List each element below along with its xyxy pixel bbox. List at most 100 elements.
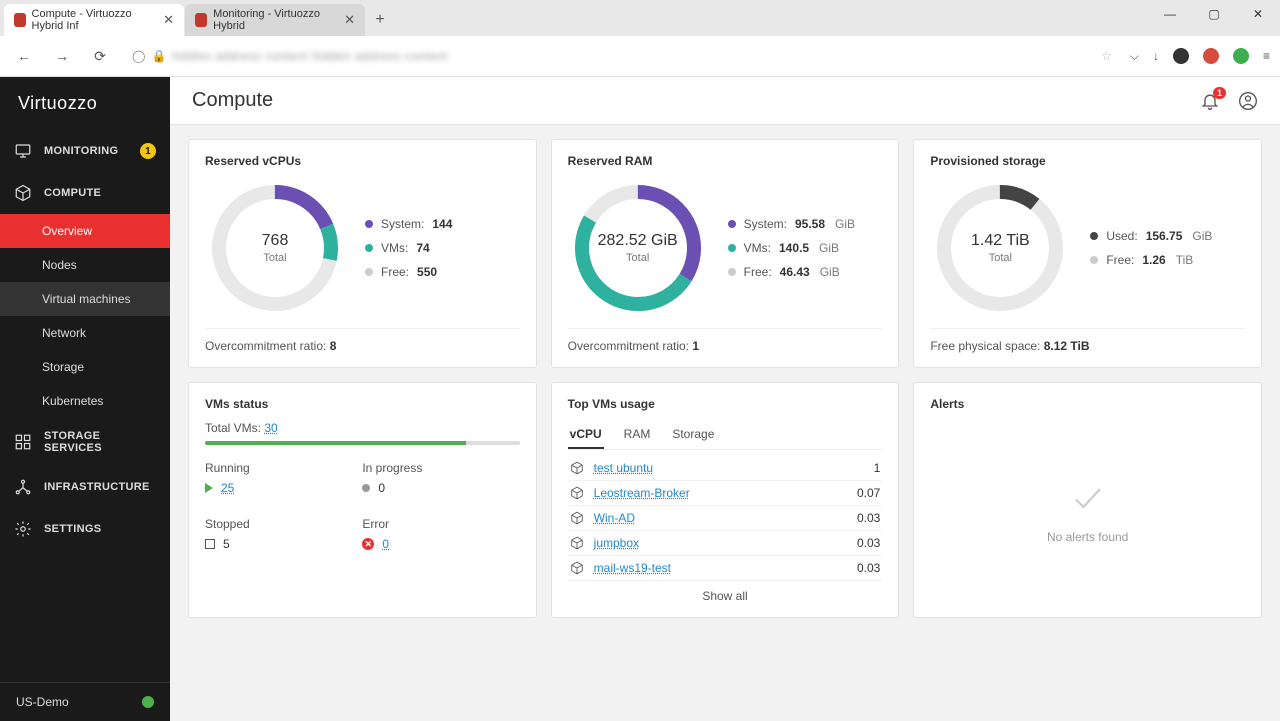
new-tab-button[interactable]: + (366, 6, 394, 34)
legend: Used: 156.75GiB Free: 1.26TiB (1090, 229, 1212, 267)
window-minimize-button[interactable]: — (1148, 0, 1192, 28)
donut-label: Total (626, 252, 649, 264)
window-close-button[interactable]: ✕ (1236, 0, 1280, 28)
vm-row: Leostream-Broker 0.07 (568, 481, 883, 506)
stat-inprogress: In progress 0 (362, 461, 519, 495)
vm-list: test ubuntu1 Leostream-Broker 0.07 Win-AD 0.… (568, 456, 883, 580)
vms-progress-bar (205, 441, 520, 445)
sidebar-item-monitoring[interactable]: MONITORING 1 (0, 130, 170, 172)
browser-tab-active[interactable]: Compute - Virtuozzo Hybrid Inf ✕ (4, 4, 184, 36)
window-maximize-button[interactable]: ▢ (1192, 0, 1236, 28)
browser-chrome: Compute - Virtuozzo Hybrid Inf ✕ Monitor… (0, 0, 1280, 77)
vm-link[interactable]: jumpbox (594, 536, 639, 550)
card-footer: Free physical space: 8.12 TiB (930, 328, 1245, 353)
notifications-button[interactable]: 1 (1200, 91, 1220, 111)
card-footer: Overcommitment ratio: 8 (205, 328, 520, 353)
legend-dot-icon (365, 244, 373, 252)
sidebar-item-label: STORAGE SERVICES (44, 430, 156, 454)
vm-usage: 0.07 (857, 486, 880, 500)
usage-tabs: vCPU RAM Storage (568, 421, 883, 450)
vm-link[interactable]: test ubuntu (594, 461, 653, 475)
cube-icon (570, 536, 584, 550)
user-menu-button[interactable] (1238, 91, 1258, 111)
browser-tab[interactable]: Monitoring - Virtuozzo Hybrid ✕ (185, 4, 365, 36)
card-top-vms-usage: Top VMs usage vCPU RAM Storage test ubun… (551, 382, 900, 618)
cube-icon (570, 511, 584, 525)
vm-usage: 0.03 (857, 536, 880, 550)
vms-total: Total VMs: 30 (205, 421, 520, 435)
error-link[interactable]: 0 (382, 537, 389, 551)
sidebar-item-infrastructure[interactable]: INFRASTRUCTURE (0, 466, 170, 508)
browser-toolbar-icons: ⌵ ↓ ≡ (1130, 48, 1270, 64)
close-icon[interactable]: ✕ (344, 12, 355, 28)
menu-icon[interactable]: ≡ (1263, 49, 1270, 63)
app-root: Virtuozzo MONITORING 1 COMPUTE Overview … (0, 77, 1280, 721)
cube-icon (570, 461, 584, 475)
vm-row: test ubuntu1 (568, 456, 883, 481)
legend-dot-icon (1090, 256, 1098, 264)
sidebar-subitem-kubernetes[interactable]: Kubernetes (0, 384, 170, 418)
card-reserved-ram: Reserved RAM 282.52 GiB Total (551, 139, 900, 368)
card-provisioned-storage: Provisioned storage 1.42 TiB Total U (913, 139, 1262, 368)
sidebar-item-label: COMPUTE (44, 187, 101, 199)
extension-icon[interactable] (1203, 48, 1219, 64)
legend-dot-icon (365, 220, 373, 228)
sidebar-item-settings[interactable]: SETTINGS (0, 508, 170, 550)
sidebar-subitem-vms[interactable]: Virtual machines (0, 282, 170, 316)
cube-icon (14, 184, 32, 202)
pocket-icon[interactable]: ⌵ (1130, 49, 1139, 64)
forward-button[interactable]: → (48, 42, 76, 70)
vm-link[interactable]: Win-AD (594, 511, 635, 525)
sidebar-subitem-nodes[interactable]: Nodes (0, 248, 170, 282)
error-icon: ✕ (362, 538, 374, 550)
url-bar: ← → ⟳ ◯ 🔒 hidden address content hidden … (0, 36, 1280, 76)
shield-icon: ◯ (132, 49, 145, 63)
legend-row: Free: 1.26TiB (1090, 253, 1212, 267)
legend-row: System: 95.58GiB (728, 217, 855, 231)
donut-chart-vcpus: 768 Total (205, 178, 345, 318)
card-title: Alerts (930, 397, 1245, 411)
favicon-icon (195, 13, 207, 27)
sidebar-item-storage-services[interactable]: STORAGE SERVICES (0, 418, 170, 466)
downloads-icon[interactable]: ↓ (1153, 49, 1159, 63)
running-link[interactable]: 25 (221, 481, 234, 495)
header-icons: 1 (1200, 91, 1258, 111)
sidebar-subitem-overview[interactable]: Overview (0, 214, 170, 248)
vm-link[interactable]: mail-ws19-test (594, 561, 671, 575)
donut-value: 282.52 GiB (598, 232, 678, 250)
tab-storage[interactable]: Storage (670, 421, 716, 449)
status-dot-icon (142, 696, 154, 708)
back-button[interactable]: ← (10, 42, 38, 70)
tab-ram[interactable]: RAM (622, 421, 653, 449)
vms-total-link[interactable]: 30 (264, 421, 277, 435)
extension-icon[interactable] (1173, 48, 1189, 64)
window-controls: — ▢ ✕ (1148, 0, 1280, 28)
refresh-button[interactable]: ⟳ (86, 42, 114, 70)
close-icon[interactable]: ✕ (163, 12, 174, 28)
extension-icon[interactable] (1233, 48, 1249, 64)
tab-title: Monitoring - Virtuozzo Hybrid (213, 8, 336, 32)
show-all-link[interactable]: Show all (568, 580, 883, 603)
card-vms-status: VMs status Total VMs: 30 Running 25 In p… (188, 382, 537, 618)
donut-chart-storage: 1.42 TiB Total (930, 178, 1070, 318)
card-alerts: Alerts No alerts found (913, 382, 1262, 618)
sidebar-subitem-network[interactable]: Network (0, 316, 170, 350)
legend: System: 95.58GiB VMs: 140.5GiB Free: 46.… (728, 217, 855, 279)
dot-icon (362, 484, 370, 492)
lock-icon: 🔒 (151, 49, 166, 63)
cluster-label: US-Demo (16, 695, 69, 709)
sidebar-subitem-storage[interactable]: Storage (0, 350, 170, 384)
donut-value: 768 (262, 232, 289, 250)
bookmark-star-icon[interactable]: ☆ (1101, 49, 1112, 63)
monitor-icon (14, 142, 32, 160)
address-bar[interactable]: ◯ 🔒 hidden address content hidden addres… (124, 45, 1120, 67)
sidebar-item-compute[interactable]: COMPUTE (0, 172, 170, 214)
legend: System: 144 VMs: 74 Free: 550 (365, 217, 452, 279)
sidebar-footer[interactable]: US-Demo (0, 682, 170, 721)
tab-vcpu[interactable]: vCPU (568, 421, 604, 449)
vm-link[interactable]: Leostream-Broker (594, 486, 690, 500)
favicon-icon (14, 13, 26, 27)
vm-usage: 0.03 (857, 511, 880, 525)
legend-row: Free: 46.43GiB (728, 265, 855, 279)
donut-value: 1.42 TiB (971, 232, 1030, 250)
